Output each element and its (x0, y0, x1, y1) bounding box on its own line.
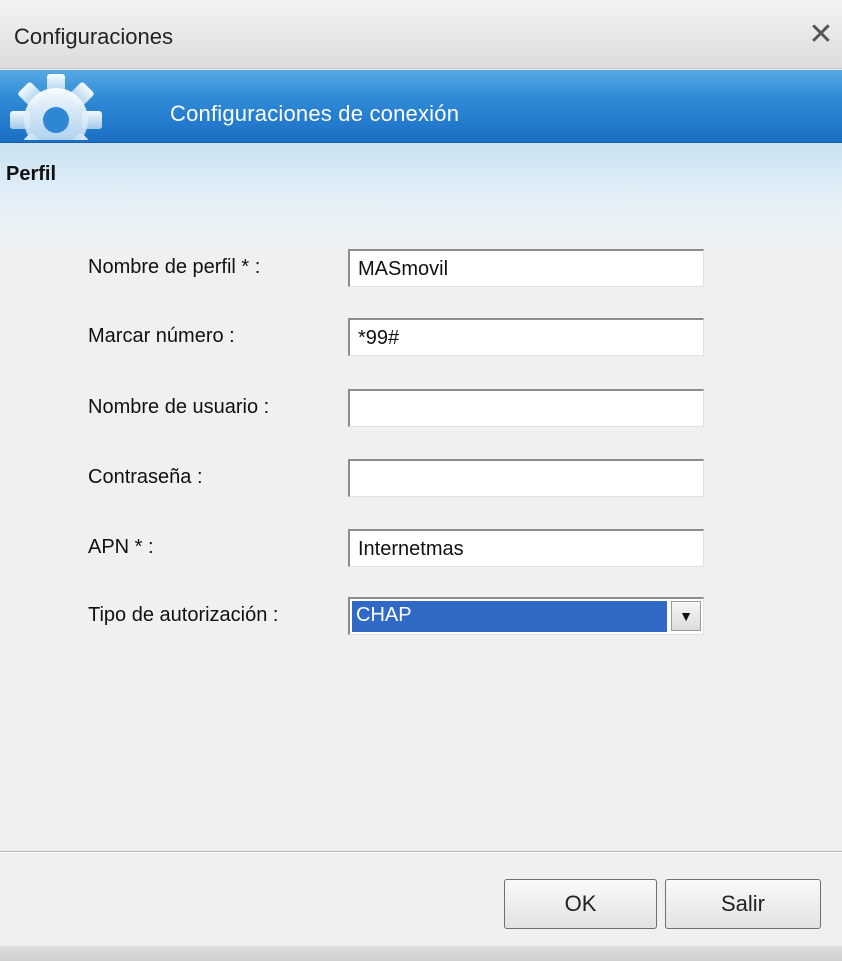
section-title: Perfil (6, 163, 57, 185)
exit-button[interactable]: Salir (665, 879, 821, 929)
gear-icon (10, 74, 102, 140)
window-title: Configuraciones (14, 24, 173, 49)
banner-title: Configuraciones de conexión (170, 101, 460, 126)
apn-label: APN * : (88, 536, 154, 558)
footer-strip (0, 946, 842, 961)
header-banner: Configuraciones de conexión (0, 70, 842, 143)
profile-name-input[interactable]: MASmovil (348, 249, 704, 287)
password-input[interactable] (348, 459, 704, 497)
profile-name-label: Nombre de perfil * : (88, 256, 261, 278)
auth-type-select[interactable]: CHAP ▼ (348, 597, 704, 635)
dial-number-label: Marcar número : (88, 325, 235, 347)
auth-type-label: Tipo de autorización : (88, 604, 279, 626)
apn-input[interactable]: Internetmas (348, 529, 704, 567)
divider (0, 851, 842, 853)
ok-button[interactable]: OK (504, 879, 657, 929)
title-bar: Configuraciones ✕ (0, 0, 842, 69)
password-label: Contraseña : (88, 466, 203, 488)
auth-type-selected: CHAP (352, 601, 667, 632)
close-icon[interactable]: ✕ (806, 20, 836, 50)
chevron-down-icon[interactable]: ▼ (671, 601, 701, 631)
dial-number-input[interactable]: *99# (348, 318, 704, 356)
username-label: Nombre de usuario : (88, 396, 270, 418)
username-input[interactable] (348, 389, 704, 427)
